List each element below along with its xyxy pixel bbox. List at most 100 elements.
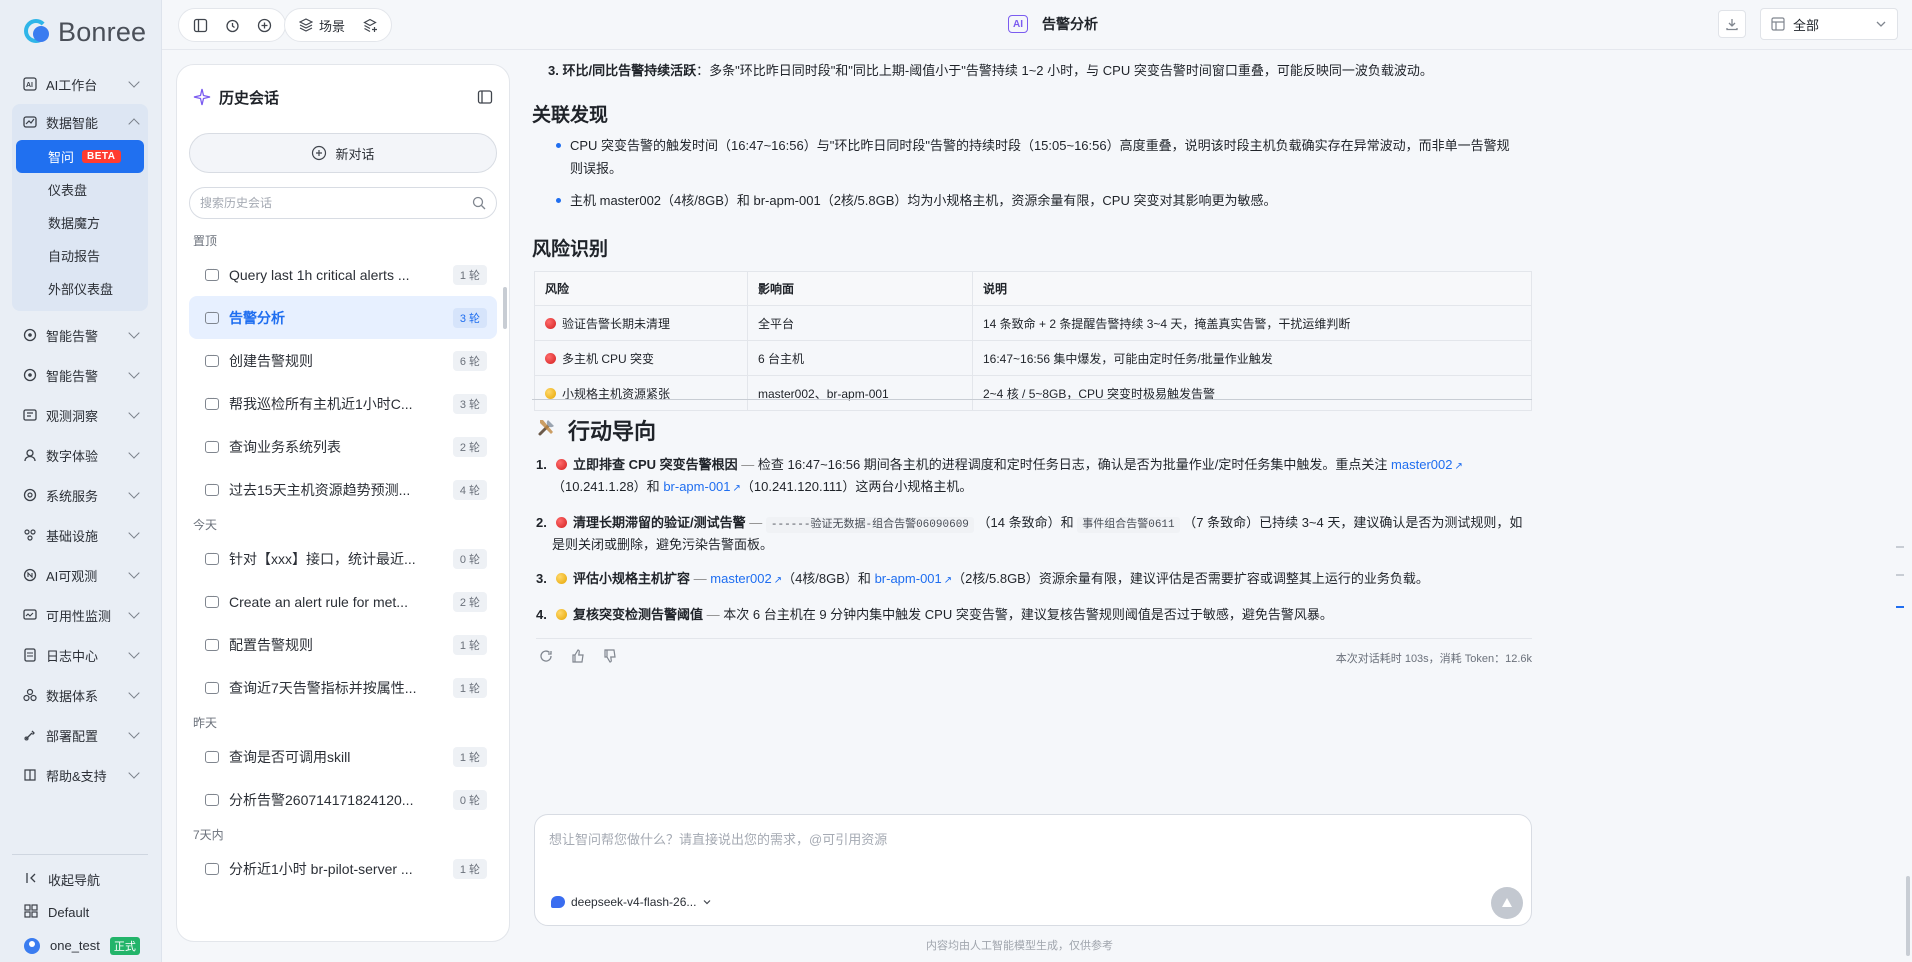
user-menu[interactable]: one_test 正式 bbox=[12, 929, 148, 962]
panel-toggle-icon[interactable] bbox=[477, 89, 493, 105]
chat-bubble-icon bbox=[205, 393, 219, 410]
alert-icon bbox=[22, 367, 38, 383]
history-item[interactable]: 分析近1小时 br-pilot-server ... 1 轮 bbox=[189, 847, 497, 890]
new-chat-button[interactable]: 新对话 bbox=[189, 133, 497, 173]
thumbs-up-icon[interactable] bbox=[570, 648, 586, 664]
section-heading-risk: 风险识别 bbox=[532, 239, 609, 260]
brand-logo[interactable]: Bonree bbox=[24, 14, 146, 50]
history-item[interactable]: 查询是否可调用skill 1 轮 bbox=[189, 735, 497, 778]
workspace-switcher[interactable]: Default bbox=[12, 896, 148, 929]
nav-item-digital-exp[interactable]: 数字体验 bbox=[12, 435, 148, 475]
history-item[interactable]: 创建告警规则 6 轮 bbox=[189, 339, 497, 382]
round-count-badge: 1 轮 bbox=[452, 746, 487, 767]
nav-sub-item-external-dashboard[interactable]: 外部仪表盘 bbox=[12, 272, 148, 305]
user-icon bbox=[22, 447, 38, 463]
chevron-down-icon bbox=[128, 367, 140, 379]
risk-name: 验证告警长期未清理 bbox=[562, 316, 671, 331]
history-item[interactable]: 过去15天主机资源趋势预测... 4 轮 bbox=[189, 468, 497, 511]
add-layer-icon[interactable] bbox=[357, 12, 383, 38]
workspace-name: Default bbox=[48, 905, 90, 920]
action-list: 1. 立即排查 CPU 突变告警根因 — 检查 16:47~16:56 期间各主… bbox=[536, 455, 1532, 639]
chevron-up-icon bbox=[128, 118, 140, 130]
host-link-master002[interactable]: master002 bbox=[1391, 457, 1463, 472]
history-search-input[interactable] bbox=[200, 196, 472, 210]
history-item[interactable]: Query last 1h critical alerts ... 1 轮 bbox=[189, 253, 497, 296]
search-icon bbox=[472, 196, 486, 210]
nav-item-availability[interactable]: 可用性监测 bbox=[12, 595, 148, 635]
action-item: 4. 复核突变检测告警阈值 — 本次 6 台主机在 9 分钟内集中触发 CPU … bbox=[536, 605, 1532, 625]
alert-icon bbox=[22, 327, 38, 343]
history-item[interactable]: Create an alert rule for met... 2 轮 bbox=[189, 580, 497, 623]
outline-marker[interactable] bbox=[1896, 546, 1904, 548]
action-title-text: 行动导向 bbox=[568, 419, 657, 444]
history-item[interactable]: 分析告警2607141718241​20... 0 轮 bbox=[189, 778, 497, 821]
history-item-active[interactable]: 告警分析 3 轮 bbox=[189, 296, 497, 339]
section-heading-related: 关联发现 bbox=[532, 105, 609, 126]
scope-select[interactable]: 全部 bbox=[1760, 8, 1898, 40]
chat-bubble-icon bbox=[205, 634, 219, 651]
divider bbox=[532, 399, 1532, 400]
scene-button[interactable]: 场景 bbox=[293, 16, 351, 35]
sidebar-toggle-icon[interactable] bbox=[187, 12, 213, 38]
host-link-br-apm-001[interactable]: br-apm-001 bbox=[663, 479, 741, 494]
regenerate-icon[interactable] bbox=[538, 648, 554, 664]
thumbs-down-icon[interactable] bbox=[602, 648, 618, 664]
nav-item-ai-observe[interactable]: AI可观测 bbox=[12, 555, 148, 595]
history-section-label: 置顶 bbox=[193, 233, 218, 248]
list-item: 主机 master002（4核/8GB）和 br-apm-001（2核/5.8G… bbox=[554, 189, 1520, 212]
chevron-down-icon bbox=[128, 647, 140, 659]
host-link-master002[interactable]: master002 bbox=[710, 571, 782, 586]
sparkle-icon bbox=[193, 88, 211, 106]
host-link-br-apm-001[interactable]: br-apm-001 bbox=[875, 571, 953, 586]
nav-item-infra[interactable]: 基础设施 bbox=[12, 515, 148, 555]
history-item-text: 查询是否可调用skill bbox=[229, 748, 351, 765]
nav-item-smart-alert-2[interactable]: 智能告警 bbox=[12, 355, 148, 395]
history-clock-icon[interactable] bbox=[219, 12, 245, 38]
add-circle-icon[interactable] bbox=[251, 12, 277, 38]
outline-marker[interactable] bbox=[1896, 574, 1904, 576]
nav-sub-item-auto-report[interactable]: 自动报告 bbox=[12, 239, 148, 272]
history-scrollbar[interactable] bbox=[503, 287, 507, 329]
nav-item-deploy[interactable]: 部署配置 bbox=[12, 715, 148, 755]
monitor-icon bbox=[22, 607, 38, 623]
nav-item-data-intel[interactable]: 数据智能 bbox=[12, 104, 148, 140]
nav-item-ai-workbench[interactable]: AI AI工作台 bbox=[12, 64, 148, 104]
collapse-nav-button[interactable]: 收起导航 bbox=[12, 863, 148, 896]
page-title-text: 告警分析 bbox=[1042, 16, 1098, 32]
user-name: one_test bbox=[50, 938, 100, 953]
history-item[interactable]: 针对【xxx】接口，统计最近... 0 轮 bbox=[189, 537, 497, 580]
left-nav: Bonree AI AI工作台 数据智能 智问 BETA 仪表盘 数据魔方 自动… bbox=[0, 0, 162, 962]
history-item[interactable]: 查询业务系统列表 2 轮 bbox=[189, 425, 497, 468]
nav-item-smart-alert[interactable]: 智能告警 bbox=[12, 315, 148, 355]
download-button[interactable] bbox=[1718, 10, 1746, 38]
nav-item-log-center[interactable]: 日志中心 bbox=[12, 635, 148, 675]
chevron-down-icon bbox=[703, 900, 711, 905]
chat-bubble-icon bbox=[205, 350, 219, 367]
nav-item-observe[interactable]: 观测洞察 bbox=[12, 395, 148, 435]
nav-item-system-service[interactable]: 系统服务 bbox=[12, 475, 148, 515]
nav-sub-item-zhiwen[interactable]: 智问 BETA bbox=[16, 140, 144, 173]
main-scrollbar[interactable] bbox=[1906, 876, 1910, 956]
round-count-badge: 0 轮 bbox=[452, 789, 487, 810]
nav-sub-item-dashboard[interactable]: 仪表盘 bbox=[12, 173, 148, 206]
send-button[interactable] bbox=[1491, 887, 1523, 919]
outline-marker-active[interactable] bbox=[1896, 606, 1904, 608]
nav-group-data-intel: 数据智能 智问 BETA 仪表盘 数据魔方 自动报告 外部仪表盘 bbox=[12, 104, 148, 311]
table-cell: 16:47~16:56 集中爆发，可能由定时任务/批量作业触发 bbox=[972, 340, 1532, 376]
table-cell: 多主机 CPU 突变 bbox=[534, 340, 748, 376]
nav-item-data-system[interactable]: 数据体系 bbox=[12, 675, 148, 715]
chat-composer[interactable]: 想让智问帮您做什么？请直接说出您的需求，@可引用资源 deepseek-v4-f… bbox=[534, 814, 1532, 926]
history-item[interactable]: 配置告警规则 1 轮 bbox=[189, 623, 497, 666]
send-arrow-icon bbox=[1502, 898, 1512, 907]
nav-item-help[interactable]: 帮助&支持 bbox=[12, 755, 148, 795]
history-item[interactable]: 帮我巡检所有主机近1小时C... 3 轮 bbox=[189, 382, 497, 425]
table-header: 说明 bbox=[972, 271, 1532, 306]
model-select[interactable]: deepseek-v4-flash-26... bbox=[551, 895, 712, 909]
chevron-down-icon bbox=[128, 407, 140, 419]
history-item[interactable]: 查询近7天告警指标并按属性... 1 轮 bbox=[189, 666, 497, 709]
action-text: （4核/8GB）和 bbox=[782, 571, 871, 586]
dashboard-icon bbox=[1771, 17, 1785, 31]
nav-label: 数字体验 bbox=[46, 448, 99, 464]
action-number: 3. bbox=[536, 571, 547, 586]
nav-sub-item-data-cube[interactable]: 数据魔方 bbox=[12, 206, 148, 239]
